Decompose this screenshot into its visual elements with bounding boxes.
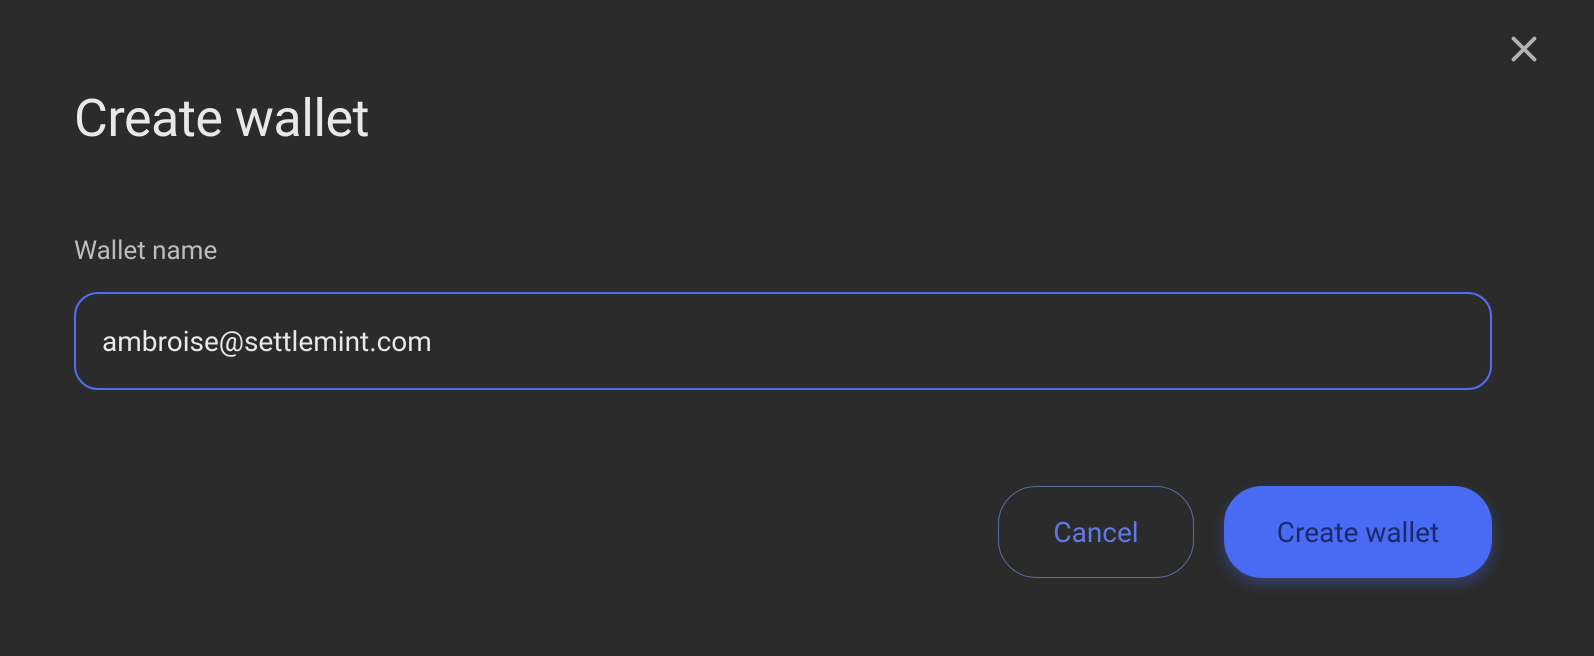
cancel-button[interactable]: Cancel [998,486,1194,578]
close-button[interactable] [1504,30,1544,70]
modal-title: Create wallet [74,88,369,149]
wallet-name-label: Wallet name [74,236,217,266]
wallet-name-input[interactable] [74,292,1492,390]
close-icon [1506,31,1542,70]
button-row: Cancel Create wallet [998,486,1492,578]
create-wallet-button[interactable]: Create wallet [1224,486,1492,578]
